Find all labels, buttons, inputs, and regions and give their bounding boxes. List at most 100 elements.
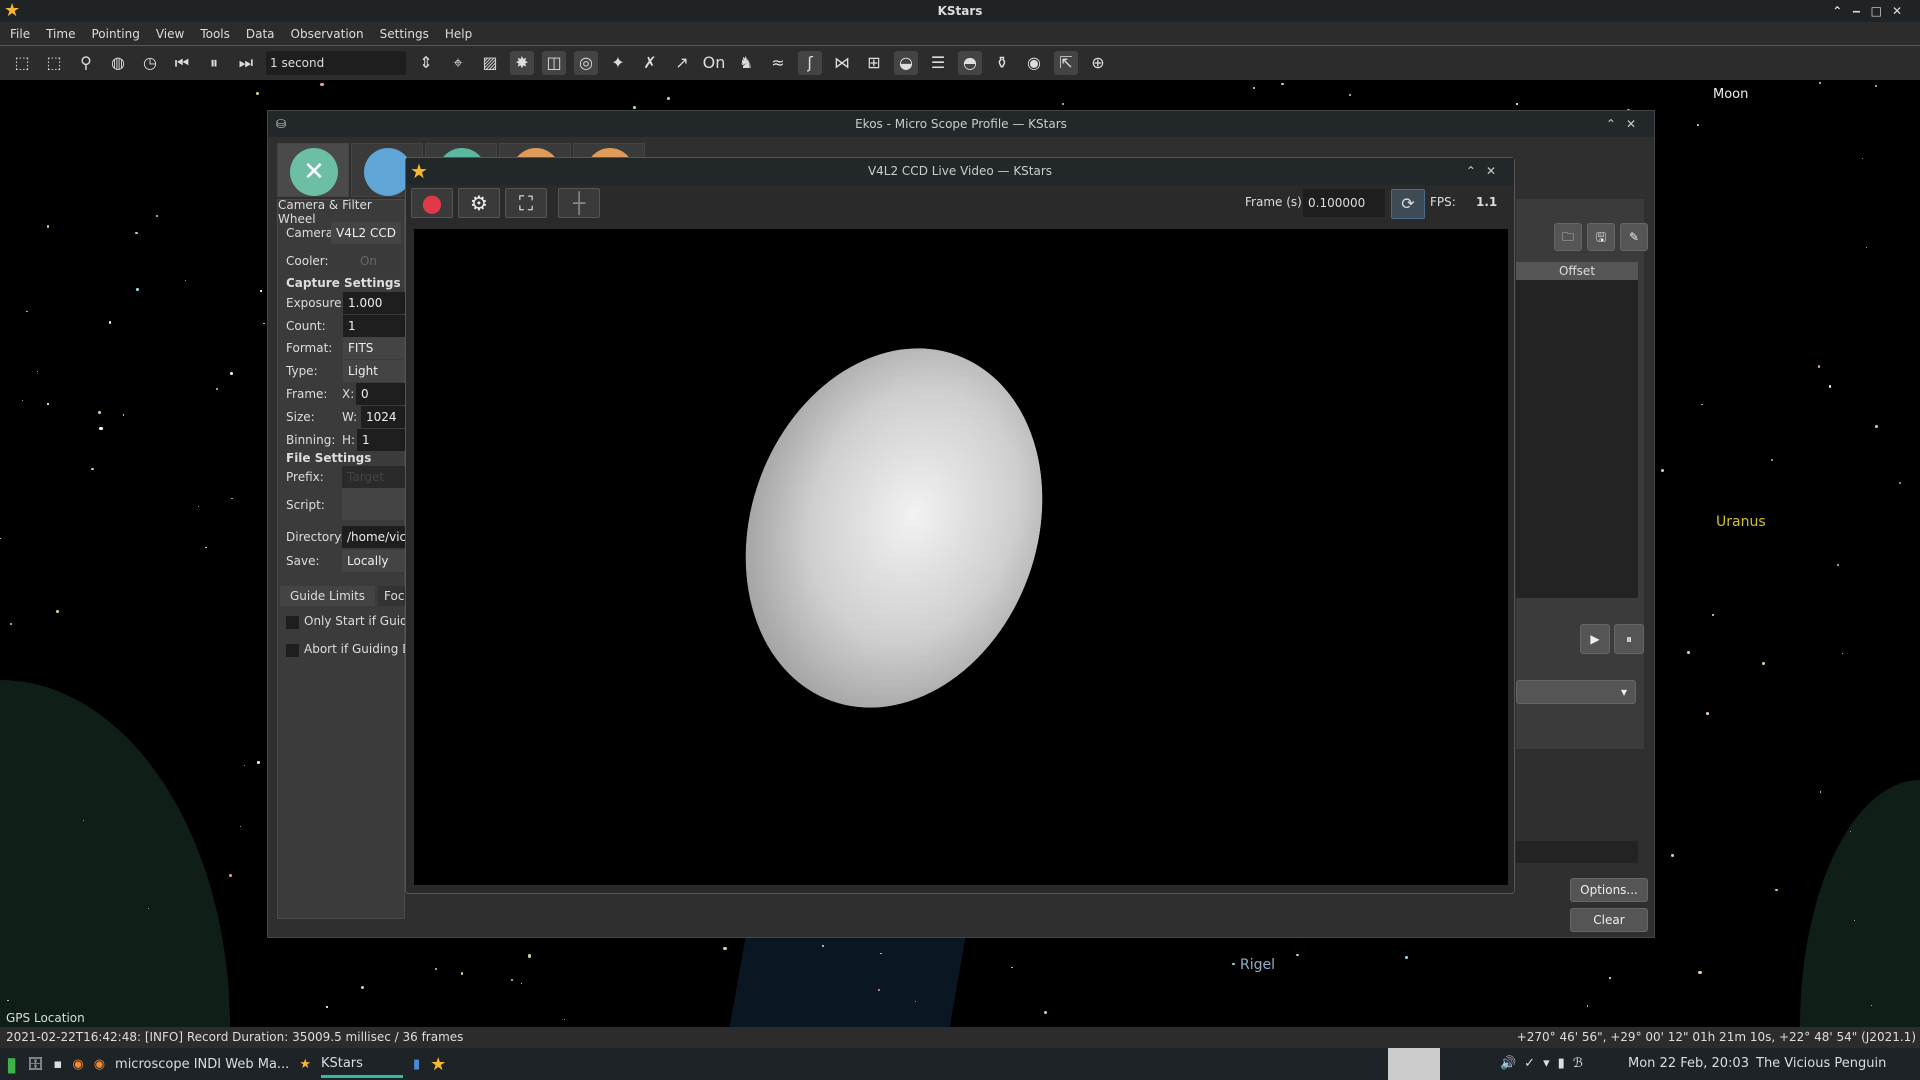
find-icon[interactable]: ⚲ [74, 51, 98, 75]
type-select[interactable]: Light [343, 360, 413, 382]
directory-input[interactable]: /home/vici [342, 526, 412, 548]
moon-label[interactable]: Moon [1713, 87, 1748, 102]
save-select[interactable]: Locally [342, 550, 412, 572]
tab-setup[interactable]: ✕ [277, 143, 349, 197]
pause-sequence-icon[interactable]: ⏸ [1614, 624, 1644, 654]
offset-column-header[interactable]: Offset [1516, 262, 1638, 280]
menu-settings[interactable]: Settings [380, 22, 429, 45]
firefox-icon[interactable]: ◉ [72, 1057, 83, 1072]
star [1829, 385, 1832, 388]
solar-system-toggle-icon[interactable]: ◎ [574, 51, 598, 75]
stars-toggle-icon[interactable]: ✸ [510, 51, 534, 75]
window-controls-icon[interactable]: ⌃‒□✕ [1832, 0, 1912, 22]
menu-view[interactable]: View [156, 22, 184, 45]
terminal-icon[interactable]: ▪ [54, 1057, 63, 1072]
time-step-spinbox[interactable]: 1 second [266, 51, 406, 75]
telescope-crosshair-icon[interactable]: ⊕ [1086, 51, 1110, 75]
export-icon[interactable]: ⇱ [1054, 51, 1078, 75]
star [1898, 481, 1902, 484]
clock-icon[interactable]: ◷ [138, 51, 162, 75]
constellation-lines-icon[interactable]: ✗ [638, 51, 662, 75]
coordinate-system-icon[interactable]: ⌖ [446, 51, 470, 75]
step-forward-icon[interactable]: ⏭ [234, 51, 258, 75]
video-window-controls-icon[interactable]: ⌃✕ [1466, 158, 1506, 185]
open-sequence-icon[interactable]: 🗀 [1554, 223, 1582, 251]
script-button[interactable] [342, 488, 412, 520]
workspace-switcher[interactable] [1388, 1048, 1440, 1080]
abort-if-checkbox[interactable] [286, 644, 299, 657]
ground-icon[interactable]: ◒ [894, 51, 918, 75]
fov-icon[interactable]: ◉ [1022, 51, 1046, 75]
menu-bar: File Time Pointing View Tools Data Obser… [0, 22, 1920, 46]
refresh-icon[interactable]: ⟳ [1391, 189, 1425, 219]
constellation-art-icon[interactable]: ↗ [670, 51, 694, 75]
ekos-title: Ekos - Micro Scope Profile — KStars [855, 117, 1067, 131]
exposure-input[interactable]: 1.000 [343, 292, 413, 314]
count-label: Count: [286, 319, 326, 333]
menu-data[interactable]: Data [246, 22, 275, 45]
format-select[interactable]: FITS [343, 337, 413, 359]
equatorial-grid-icon[interactable]: ⋈ [830, 51, 854, 75]
record-button[interactable]: ● [411, 188, 453, 218]
rigel-label[interactable]: Rigel [1240, 957, 1275, 973]
time-step-spinner-icon[interactable]: ⇕ [414, 51, 438, 75]
tray-kstars-icon[interactable]: ★ [430, 1054, 446, 1075]
stream-play-icon[interactable]: ⚙ [458, 188, 500, 218]
count-input[interactable]: 1 [343, 315, 413, 337]
save-sequence-icon[interactable]: 🖫 [1587, 223, 1615, 251]
menu-file[interactable]: File [10, 22, 30, 45]
observing-list-icon[interactable]: ☰ [926, 51, 950, 75]
queue-dropdown[interactable]: ▾ [1516, 680, 1636, 704]
cooler-on-button[interactable]: On [331, 250, 401, 272]
tray-icons[interactable]: 🔊✓▾▮ℬ [1500, 1056, 1591, 1071]
fit-frame-icon[interactable]: ⛶ [505, 188, 547, 218]
video-frame[interactable] [414, 229, 1508, 885]
menu-launcher-icon[interactable]: ▮ [6, 1052, 17, 1076]
task-kstars[interactable]: KStars [320, 1050, 403, 1078]
frame-label: Frame: [286, 387, 328, 401]
zoom-out-icon[interactable]: ⬚ [42, 51, 66, 75]
task-browser[interactable]: microscope INDI Web Ma... [115, 1057, 289, 1072]
star [633, 105, 636, 109]
clock[interactable]: Mon 22 Feb, 20:03 [1628, 1056, 1749, 1071]
frame-duration-input[interactable]: 0.100000 [1303, 189, 1385, 217]
milky-way-icon[interactable]: ≈ [766, 51, 790, 75]
options-button[interactable]: Options... [1570, 878, 1648, 902]
menu-help[interactable]: Help [445, 22, 472, 45]
uranus-label[interactable]: Uranus [1716, 514, 1766, 530]
menu-observation[interactable]: Observation [291, 22, 364, 45]
crosshair-grid-icon[interactable]: ┼ [558, 188, 600, 218]
zoom-in-icon[interactable]: ⬚ [10, 51, 34, 75]
only-start-checkbox[interactable] [286, 616, 299, 629]
capture-settings-panel: Camera & Filter Wheel Camera V4L2 CCD Co… [277, 198, 431, 919]
user-name[interactable]: The Vicious Penguin [1756, 1056, 1886, 1071]
tab-guide-limits[interactable]: Guide Limits [280, 586, 376, 606]
pause-icon[interactable]: ⏸ [202, 51, 226, 75]
horizon-icon[interactable]: ʃ [798, 51, 822, 75]
projection-icon[interactable]: ▨ [478, 51, 502, 75]
clear-button[interactable]: Clear [1570, 908, 1648, 932]
globe-icon[interactable]: ◍ [106, 51, 130, 75]
sequence-table[interactable] [1516, 280, 1638, 598]
horizontal-grid-icon[interactable]: ⊞ [862, 51, 886, 75]
camera-select[interactable]: V4L2 CCD [331, 222, 401, 244]
deep-sky-toggle-icon[interactable]: ◫ [542, 51, 566, 75]
save-as-sequence-icon[interactable]: ✎ [1620, 223, 1648, 251]
tray-app-icon[interactable]: ▮ [413, 1057, 420, 1072]
prefix-input[interactable]: Target [342, 466, 412, 488]
file-manager-icon[interactable]: 🗄 [27, 1057, 44, 1072]
star [1874, 425, 1878, 429]
supernovae-icon[interactable]: ✦ [606, 51, 630, 75]
star [520, 982, 523, 985]
ekos-icon[interactable]: ◓ [958, 51, 982, 75]
menu-tools[interactable]: Tools [200, 22, 230, 45]
indi-control-panel-icon[interactable]: ⚱ [990, 51, 1014, 75]
menu-pointing[interactable]: Pointing [91, 22, 139, 45]
constellation-images-icon[interactable]: ♞ [734, 51, 758, 75]
ekos-window-controls-icon[interactable]: ⌃✕ [1606, 111, 1646, 137]
menu-time[interactable]: Time [46, 22, 75, 45]
sequence-panel: 🗀 🖫 ✎ Offset ▶ ⏸ ▾ [1516, 199, 1648, 749]
step-back-icon[interactable]: ⏮ [170, 51, 194, 75]
start-sequence-icon[interactable]: ▶ [1580, 624, 1610, 654]
constellation-names-icon[interactable]: On [702, 51, 726, 75]
